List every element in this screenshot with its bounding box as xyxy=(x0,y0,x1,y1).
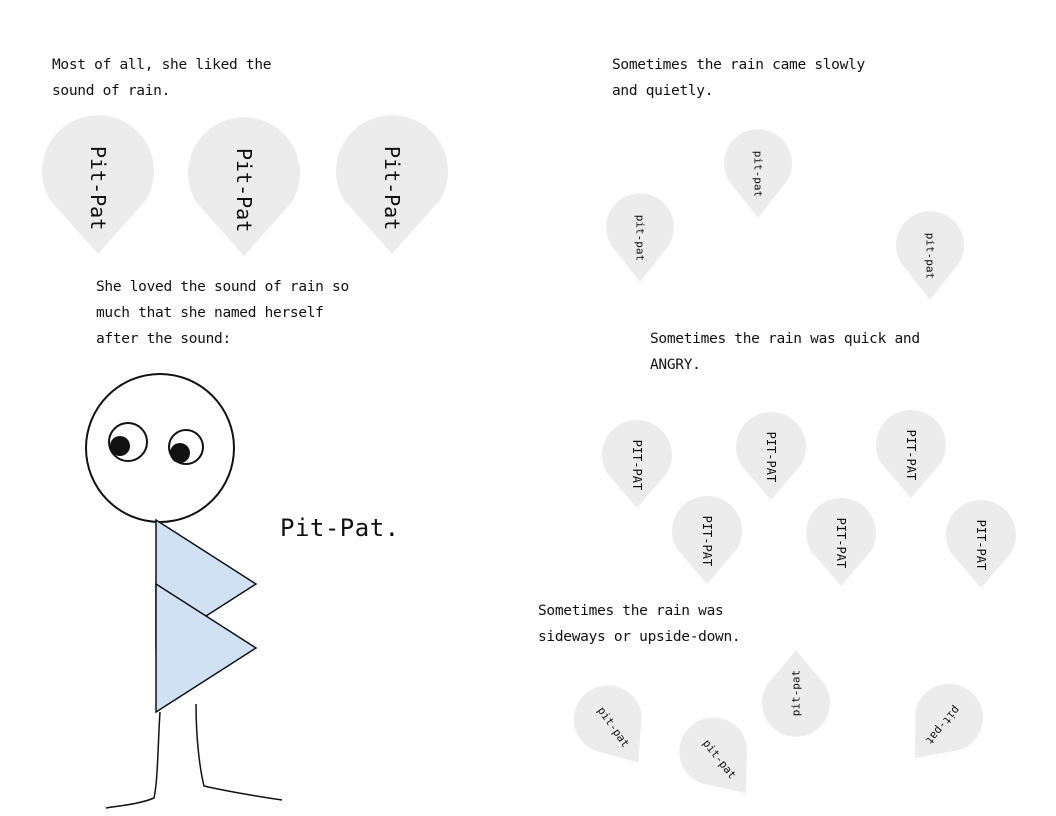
angry-raindrop-4: PIT-PAT xyxy=(672,495,742,584)
slow-raindrop-3: pit-pat xyxy=(896,211,964,300)
slow-raindrop-3-label: pit-pat xyxy=(923,232,937,280)
right-page: Sometimes the rain came slowly and quiet… xyxy=(528,0,1056,816)
angry-raindrop-2-label: PIT-PAT xyxy=(764,431,778,483)
angry-raindrop-1: PIT-PAT xyxy=(602,419,672,508)
slow-raindrop-2: pit-pat xyxy=(724,129,792,218)
sideways-raindrop-1: pit-pat xyxy=(562,674,666,782)
sideways-rain-text: Sometimes the rain was sideways or upsid… xyxy=(538,603,741,645)
slow-raindrop-1-label: pit-pat xyxy=(633,214,647,262)
sideways-raindrop-3-label: pit-pat xyxy=(789,669,803,717)
slow-raindrop-1: pit-pat xyxy=(606,193,674,282)
left-page: Most of all, she liked the sound of rain… xyxy=(0,0,528,816)
angry-raindrop-6: PIT-PAT xyxy=(946,499,1016,588)
angry-raindrop-6-label: PIT-PAT xyxy=(974,519,988,571)
character-name: Pit-Pat. xyxy=(280,514,400,542)
slow-raindrop-2-label: pit-pat xyxy=(751,150,765,198)
angry-raindrop-3: PIT-PAT xyxy=(876,409,946,498)
angry-raindrop-3-label: PIT-PAT xyxy=(904,429,918,481)
angry-raindrop-5-label: PIT-PAT xyxy=(834,517,848,569)
angry-raindrop-4-label: PIT-PAT xyxy=(700,515,714,567)
slow-rain-text: Sometimes the rain came slowly and quiet… xyxy=(612,57,865,99)
sideways-raindrop-2: pit-pat xyxy=(667,706,772,814)
angry-raindrop-5: PIT-PAT xyxy=(806,497,876,586)
sideways-raindrop-4: pit-pat xyxy=(889,672,995,780)
angry-raindrop-1-label: PIT-PAT xyxy=(630,439,644,491)
angry-raindrop-2: PIT-PAT xyxy=(736,411,806,500)
sideways-raindrop-3: pit-pat xyxy=(762,650,830,737)
stick-figure xyxy=(85,373,283,809)
angry-rain-text: Sometimes the rain was quick and ANGRY. xyxy=(650,331,920,373)
